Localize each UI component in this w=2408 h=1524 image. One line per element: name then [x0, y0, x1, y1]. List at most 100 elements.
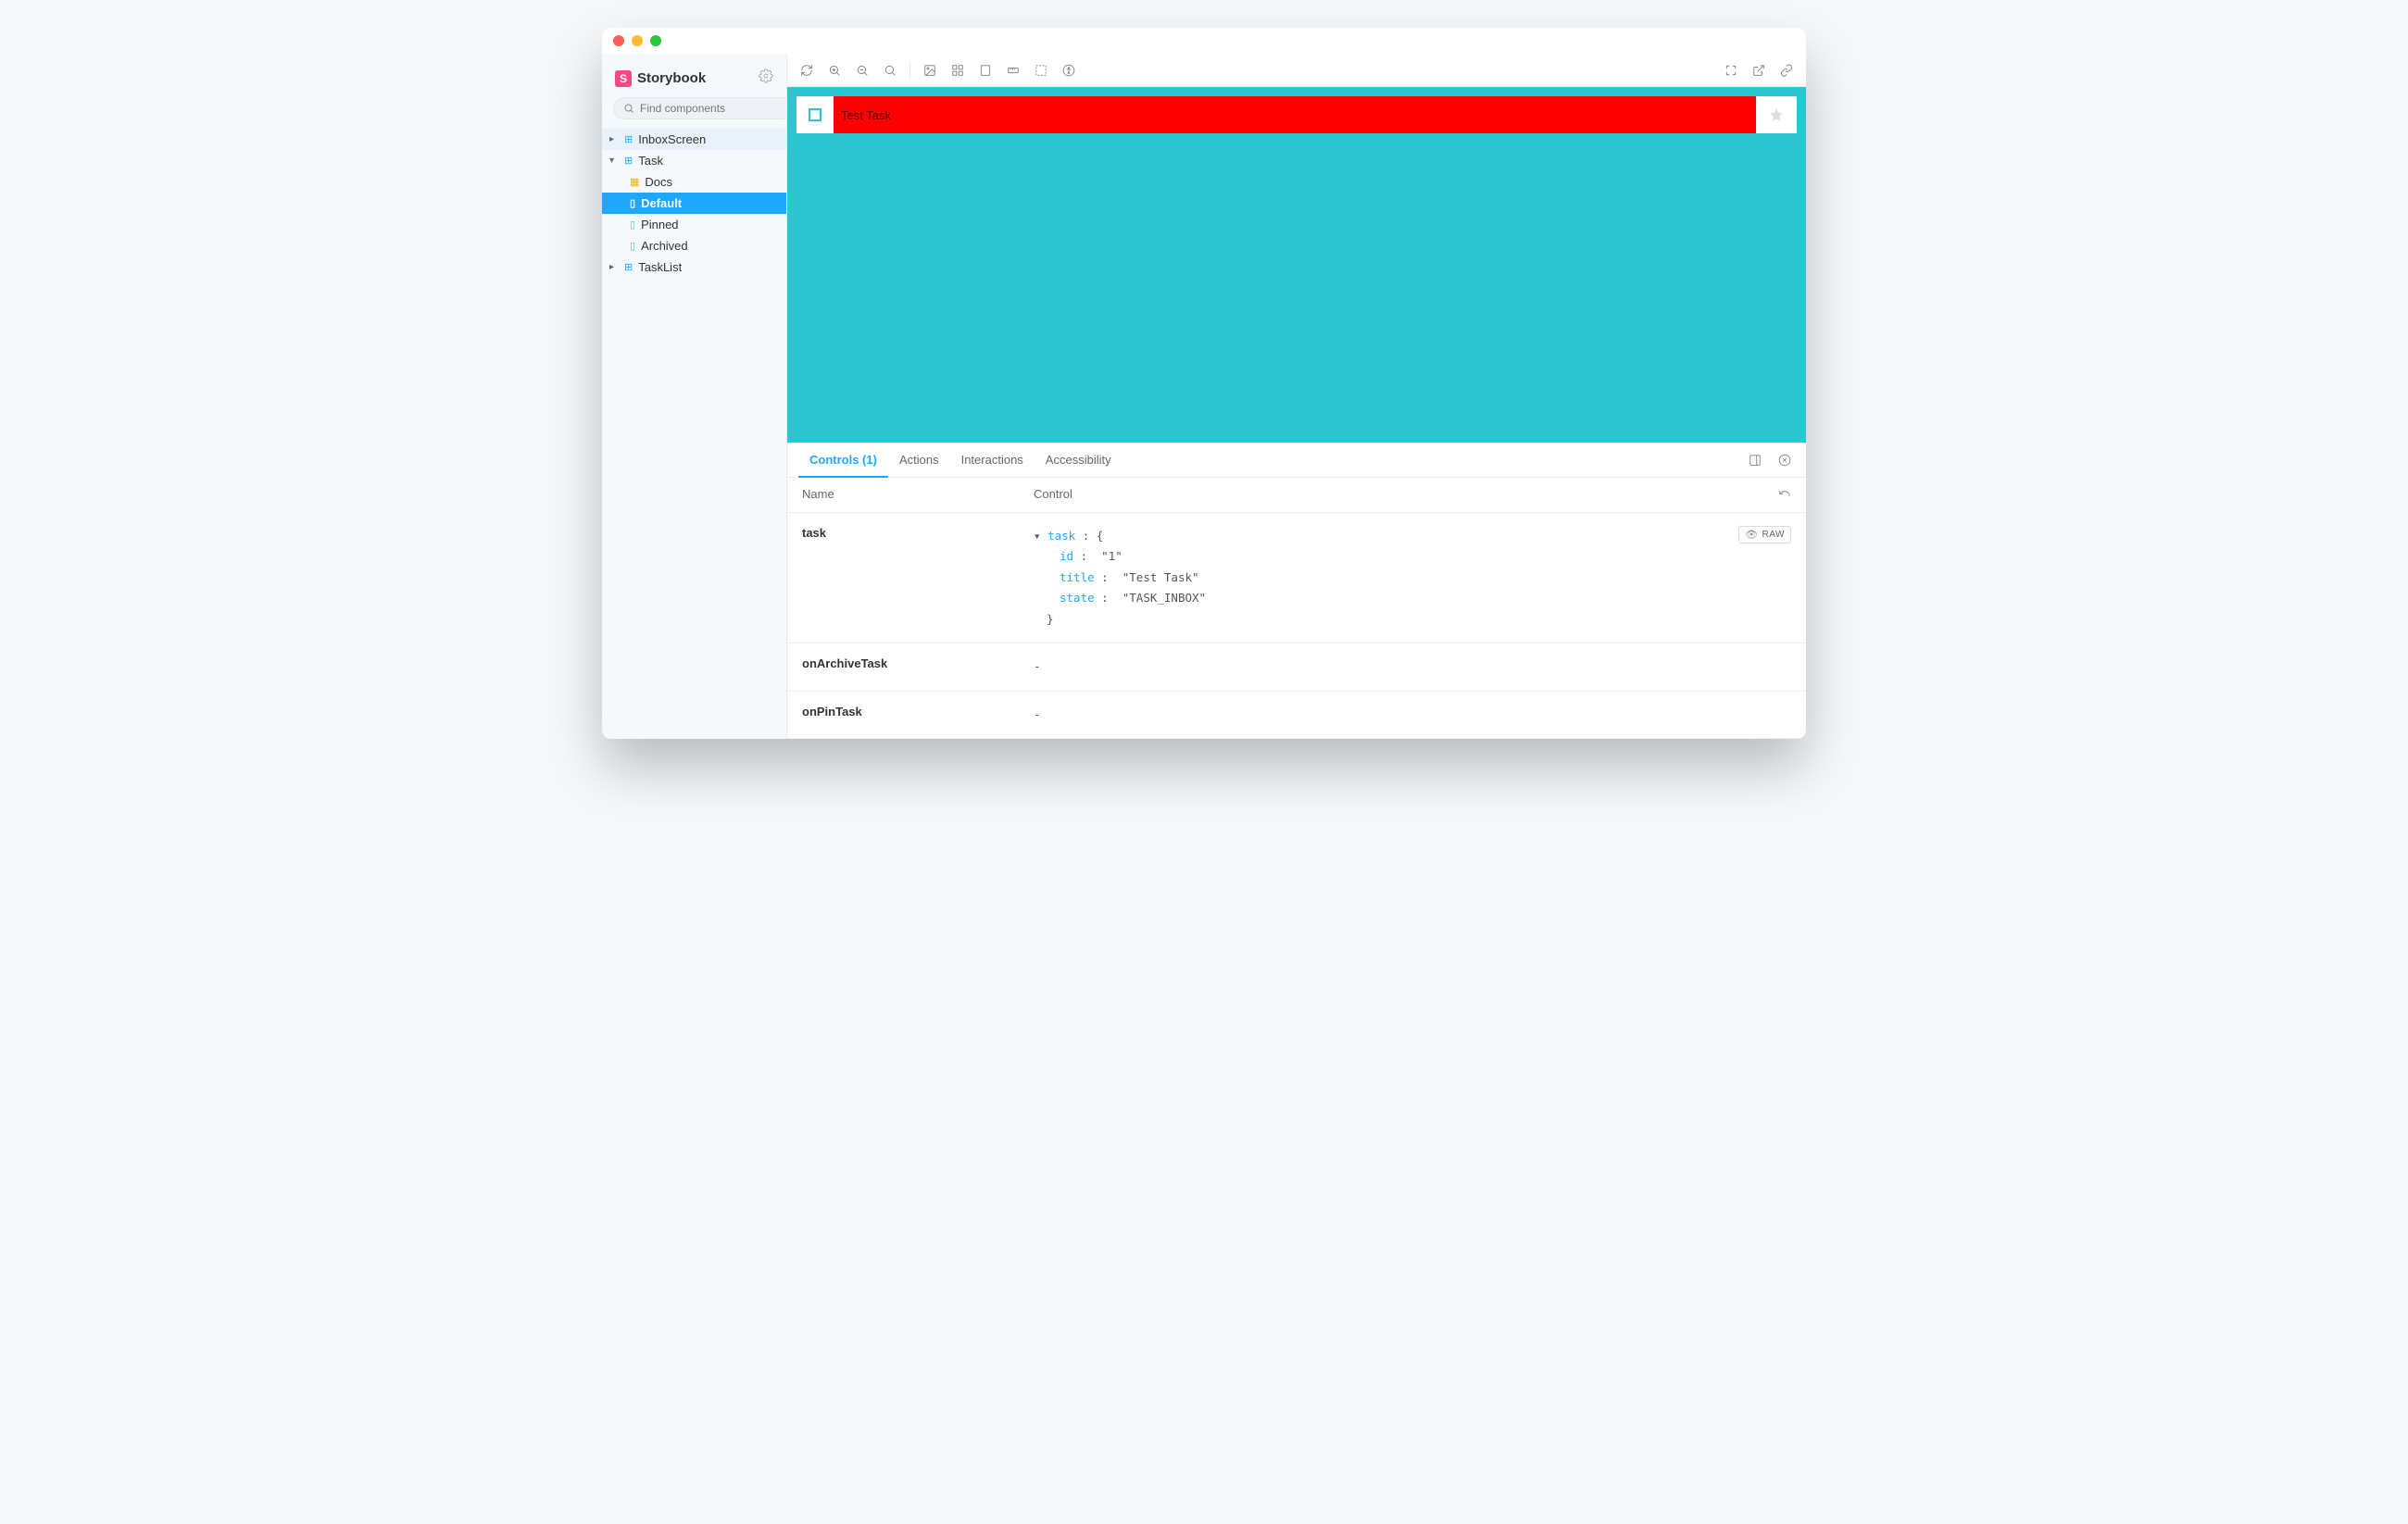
- external-link-icon: [1752, 64, 1765, 77]
- story-icon: ▯: [630, 219, 635, 231]
- separator: [909, 62, 910, 79]
- close-window-button[interactable]: [613, 35, 624, 46]
- star-icon: [1769, 107, 1784, 122]
- image-icon: [923, 64, 936, 77]
- copy-link-button[interactable]: [1776, 60, 1797, 81]
- brand-name: Storybook: [637, 70, 706, 86]
- document-icon: ▦: [630, 176, 639, 188]
- task-pin-button[interactable]: [1756, 96, 1797, 133]
- zoom-out-icon: [856, 64, 869, 77]
- addons-panel: Controls (1) Actions Interactions Access…: [787, 443, 1806, 740]
- canvas: Test Task: [787, 87, 1806, 443]
- control-name: onPinTask: [802, 705, 1034, 718]
- control-row-onarchivetask: onArchiveTask -: [787, 643, 1806, 692]
- tab-interactions[interactable]: Interactions: [950, 443, 1035, 476]
- accessibility-icon: [1062, 64, 1075, 77]
- viewport-icon: [979, 64, 992, 77]
- zoom-out-button[interactable]: [852, 60, 872, 81]
- gear-icon: [759, 69, 773, 83]
- fullscreen-button[interactable]: [1721, 60, 1741, 81]
- json-key: state: [1060, 591, 1095, 605]
- maximize-window-button[interactable]: [650, 35, 661, 46]
- outline-button[interactable]: [1031, 60, 1051, 81]
- component-icon: ⊞: [624, 155, 633, 167]
- viewport-button[interactable]: [975, 60, 996, 81]
- sidebar-item-tasklist[interactable]: ▸ ⊞ TaskList: [602, 256, 786, 278]
- tab-actions[interactable]: Actions: [888, 443, 950, 476]
- settings-button[interactable]: [759, 69, 773, 88]
- component-icon: ⊞: [624, 261, 633, 273]
- sidebar-item-task[interactable]: ▾ ⊞ Task: [602, 150, 786, 171]
- json-key: id: [1060, 549, 1073, 563]
- task-checkbox[interactable]: [796, 96, 834, 133]
- json-root-key: task: [1047, 529, 1075, 543]
- sidebar-item-pinned[interactable]: ▯ Pinned: [602, 214, 786, 235]
- story-icon: ▯: [630, 240, 635, 252]
- sidebar: S Storybook / ▸ ⊞ InboxScreen: [602, 54, 787, 739]
- sidebar-item-label: TaskList: [638, 260, 682, 274]
- control-name: onArchiveTask: [802, 656, 1034, 670]
- main-panel: Test Task Controls (1) Actions Interacti…: [787, 54, 1806, 739]
- grid-button[interactable]: [947, 60, 968, 81]
- search-input[interactable]: [640, 102, 784, 115]
- sidebar-item-label: Docs: [645, 175, 672, 189]
- task-item: Test Task: [796, 96, 1797, 133]
- json-key: title: [1060, 570, 1095, 584]
- undo-icon: [1778, 487, 1791, 500]
- col-control-head: Control: [1034, 487, 1736, 503]
- fullscreen-icon: [1724, 64, 1737, 77]
- tab-controls[interactable]: Controls (1): [798, 443, 888, 478]
- control-row-task: task ▾ task : { id : "1" title : "Test T…: [787, 513, 1806, 644]
- addon-orientation-button[interactable]: [1745, 450, 1765, 470]
- story-icon: ▯: [630, 197, 635, 209]
- toolbar: [787, 54, 1806, 87]
- sidebar-item-label: Pinned: [641, 218, 678, 231]
- col-reset-head[interactable]: [1736, 487, 1791, 503]
- control-value: -: [1034, 705, 1726, 726]
- sync-icon: [800, 64, 813, 77]
- component-icon: ⊞: [624, 133, 633, 145]
- zoom-in-button[interactable]: [824, 60, 845, 81]
- chevron-down-icon: ▾: [609, 156, 619, 166]
- control-value: -: [1034, 656, 1726, 678]
- measure-button[interactable]: [1003, 60, 1023, 81]
- control-value[interactable]: ▾ task : { id : "1" title : "Test Task" …: [1034, 526, 1726, 631]
- chevron-right-icon: ▸: [609, 134, 619, 144]
- raw-toggle-button[interactable]: RAW: [1738, 526, 1791, 543]
- open-new-tab-button[interactable]: [1749, 60, 1769, 81]
- task-title[interactable]: Test Task: [834, 96, 1756, 133]
- sidebar-item-docs[interactable]: ▦ Docs: [602, 171, 786, 193]
- sidebar-item-label: Archived: [641, 239, 688, 253]
- sidebar-icon: [1749, 454, 1762, 467]
- search-row: /: [602, 97, 786, 129]
- sidebar-header: S Storybook: [602, 63, 786, 97]
- chevron-right-icon: ▸: [609, 262, 619, 272]
- checkbox-icon: [809, 108, 821, 121]
- zoom-reset-button[interactable]: [880, 60, 900, 81]
- grid-icon: [951, 64, 964, 77]
- col-name-head: Name: [802, 487, 1034, 503]
- addon-close-button[interactable]: [1775, 450, 1795, 470]
- background-button[interactable]: [920, 60, 940, 81]
- app-window: S Storybook / ▸ ⊞ InboxScreen: [602, 28, 1806, 739]
- link-icon: [1780, 64, 1793, 77]
- brand[interactable]: S Storybook: [615, 70, 706, 87]
- json-value: "TASK_INBOX": [1122, 591, 1206, 605]
- minimize-window-button[interactable]: [632, 35, 643, 46]
- ruler-icon: [1007, 64, 1020, 77]
- zoom-in-icon: [828, 64, 841, 77]
- outline-icon: [1035, 64, 1047, 77]
- sidebar-item-label: Default: [641, 196, 682, 210]
- app-body: S Storybook / ▸ ⊞ InboxScreen: [602, 54, 1806, 739]
- control-name: task: [802, 526, 1034, 540]
- sidebar-item-archived[interactable]: ▯ Archived: [602, 235, 786, 256]
- control-row-onpintask: onPinTask -: [787, 692, 1806, 740]
- sidebar-item-default[interactable]: ▯ Default: [602, 193, 786, 214]
- tab-accessibility[interactable]: Accessibility: [1035, 443, 1122, 476]
- a11y-button[interactable]: [1059, 60, 1079, 81]
- remount-button[interactable]: [796, 60, 817, 81]
- search-input-wrapper[interactable]: [613, 97, 794, 119]
- sidebar-item-inboxscreen[interactable]: ▸ ⊞ InboxScreen: [602, 129, 786, 150]
- zoom-reset-icon: [884, 64, 897, 77]
- controls-head: Name Control: [787, 478, 1806, 513]
